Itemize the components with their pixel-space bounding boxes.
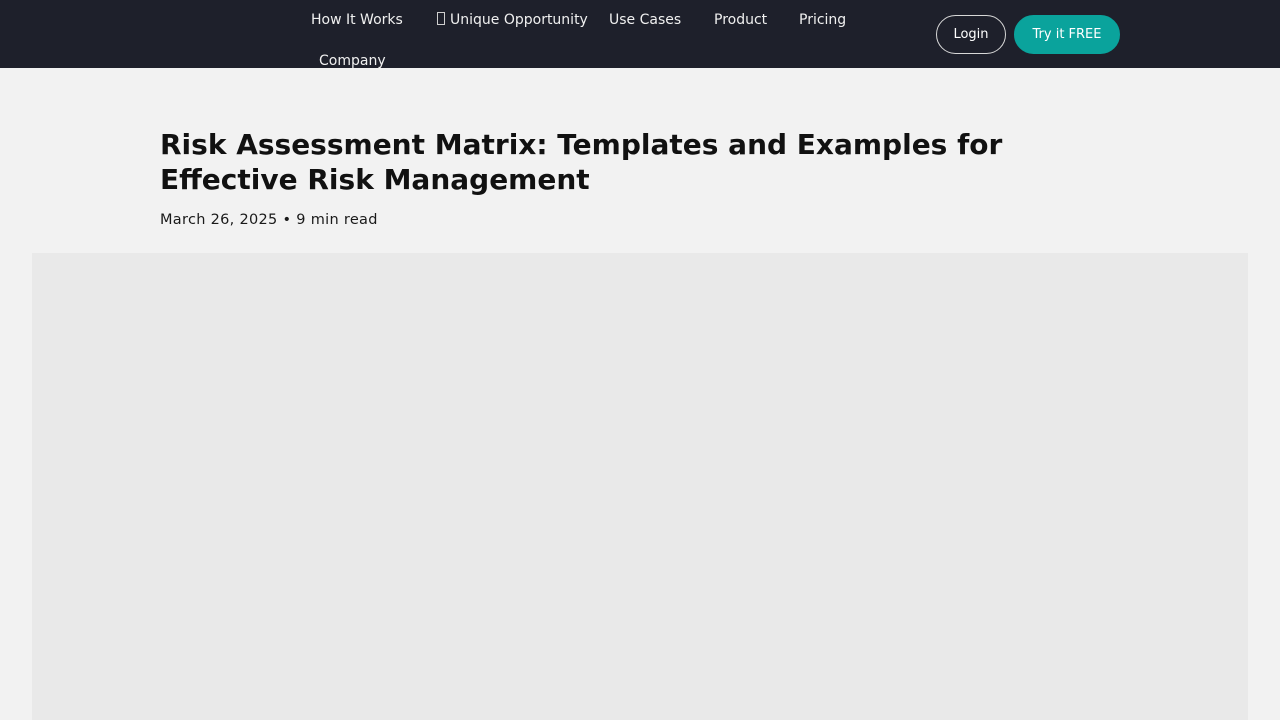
nav-pricing[interactable]: Pricing	[799, 11, 846, 29]
missing-glyph-icon	[437, 12, 445, 25]
top-navigation-bar: How It Works Unique Opportunity Use Case…	[0, 0, 1280, 70]
article-meta: March 26, 2025 • 9 min read	[160, 211, 378, 229]
nav-how-it-works[interactable]: How It Works	[311, 11, 403, 29]
nav-company[interactable]: Company	[319, 52, 386, 70]
publish-date: March 26, 2025	[160, 212, 278, 228]
nav-unique-opportunity-label: Unique Opportunity	[450, 12, 588, 28]
meta-separator: •	[282, 212, 292, 228]
nav-product[interactable]: Product	[714, 11, 767, 29]
nav-unique-opportunity[interactable]: Unique Opportunity	[437, 11, 588, 29]
nav-use-cases[interactable]: Use Cases	[609, 11, 681, 29]
article-title: Risk Assessment Matrix: Templates and Ex…	[160, 128, 1003, 196]
try-free-button[interactable]: Try it FREE	[1014, 15, 1120, 54]
read-time: 9 min read	[296, 212, 378, 228]
login-button[interactable]: Login	[936, 15, 1006, 54]
hero-image-placeholder	[32, 253, 1248, 720]
